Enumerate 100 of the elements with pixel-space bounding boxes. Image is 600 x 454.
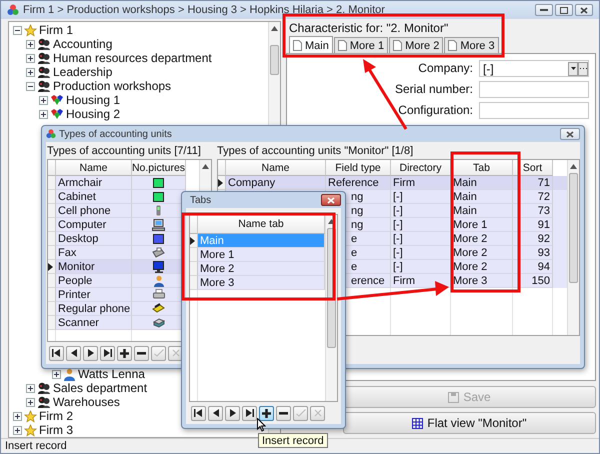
table-row[interactable]: Armchair [48,176,186,190]
check-icon [154,349,164,357]
table-cell: Scanner [56,316,132,330]
dropdown-button[interactable] [568,62,578,76]
column-header[interactable]: Name tab [198,215,325,234]
column-header[interactable]: No.pictures [132,160,186,176]
expand-icon[interactable] [26,398,35,406]
tree-item[interactable]: Leadership [53,65,112,79]
row-header[interactable] [190,234,198,248]
star-icon [24,410,37,422]
cross-icon [314,409,322,417]
tree-item[interactable]: Watts Lenna [78,367,145,381]
column-header[interactable]: Field type [326,160,391,176]
expand-icon[interactable] [39,110,48,118]
minimize-icon [540,8,548,12]
maximize-button[interactable] [555,4,573,16]
previous-record-button[interactable] [66,346,81,360]
column-header[interactable]: Directory [391,160,451,176]
tree-item[interactable]: Accounting [53,37,112,51]
tree-item[interactable]: Production workshops [53,79,172,93]
row-header[interactable] [218,176,226,190]
ellipsis-button[interactable] [578,62,588,76]
people-group-icon [37,396,51,408]
tab[interactable]: More 3 [444,37,499,53]
expand-icon[interactable] [13,412,22,420]
next-record-button[interactable] [225,406,240,420]
last-record-button[interactable] [100,346,115,360]
scanner-icon [152,317,164,328]
skip-start-icon [194,409,203,417]
tree-item[interactable]: Housing 2 [66,107,120,121]
close-icon [566,130,574,138]
expand-icon[interactable] [52,370,61,378]
column-header[interactable]: Tab [451,160,513,176]
monitor-icon [152,260,164,272]
left-triangle-icon [70,349,76,357]
first-record-button[interactable] [49,346,64,360]
scrollbar[interactable] [567,160,579,335]
reference-field[interactable]: [-] [479,60,589,77]
scroll-thumb[interactable] [270,45,279,75]
tree-item[interactable]: Human resources department [53,51,212,65]
previous-record-button[interactable] [208,406,223,420]
field-label: Configuration: [397,102,473,119]
column-header[interactable]: Sort [513,160,553,176]
right-triangle-icon [88,349,94,357]
delete-record-button[interactable] [276,406,291,420]
tab[interactable]: Main [289,36,333,54]
minimize-button[interactable] [535,4,553,16]
row-header[interactable] [48,260,56,274]
tree-item[interactable]: Firm 2 [39,409,73,423]
tab[interactable]: More 1 [334,37,388,53]
expand-icon[interactable] [26,384,35,392]
collapse-icon[interactable] [13,26,22,34]
flat-view-button[interactable]: Flat view "Monitor" [343,412,596,434]
table-row[interactable]: Cabinet [48,190,186,204]
expand-icon[interactable] [39,96,48,104]
expand-icon[interactable] [13,426,22,434]
tree-item[interactable]: Housing 1 [66,93,120,107]
person-icon [63,368,76,380]
close-button[interactable] [575,4,593,16]
collapse-icon[interactable] [26,82,35,90]
skip-end-icon [245,409,254,417]
left-triangle-icon [212,409,218,417]
table-cell: 150 [513,274,553,288]
table-row[interactable]: Company Reference Firm Main 71 [218,176,567,190]
right-triangle-icon [230,409,236,417]
maximize-icon [560,6,568,14]
add-record-button[interactable] [117,346,132,360]
add-record-button[interactable] [259,406,274,420]
tree-item[interactable]: Sales department [53,381,148,395]
close-button[interactable] [560,128,580,140]
close-button[interactable] [321,194,341,206]
tab[interactable]: More 2 [389,37,444,53]
expand-icon[interactable] [26,54,35,62]
window-title: Firm 1 > Production workshops > Housing 3 > Hopkins Hilaria > 2. Monitor [23,4,385,16]
people-group-icon [37,382,51,394]
delete-record-button[interactable] [134,346,149,360]
scroll-up-icon [271,26,278,31]
caret-icon [570,67,576,70]
tree-item[interactable]: Firm 3 [39,423,73,437]
tree-item[interactable]: Firm 1 [39,23,73,37]
cell-phone-icon [156,205,161,216]
minus-icon [137,352,146,354]
status-text: Insert record [5,440,67,452]
mouse-pointer-icon [257,418,266,432]
scroll-thumb[interactable] [569,173,578,283]
input-field[interactable] [479,81,589,98]
computer-icon [152,218,165,230]
gems-icon [50,94,64,106]
column-header[interactable]: Name [226,160,326,176]
row-pointer-icon [48,262,53,270]
row-pointer-icon [218,178,223,186]
expand-icon[interactable] [26,40,35,48]
dialog-title: Tabs [190,194,212,206]
column-header[interactable]: Name [56,160,132,176]
expand-icon[interactable] [26,68,35,76]
next-record-button[interactable] [83,346,98,360]
first-record-button[interactable] [191,406,206,420]
input-field[interactable] [479,102,589,119]
tree-item[interactable]: Warehouses [53,395,120,409]
last-record-button[interactable] [242,406,257,420]
